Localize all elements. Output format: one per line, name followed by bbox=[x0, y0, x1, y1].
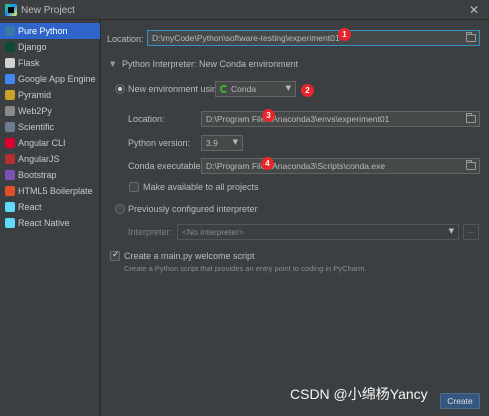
project-type-sidebar: Pure Python Django Flask Google App Engine P… bbox=[0, 20, 100, 416]
folder-icon[interactable] bbox=[466, 113, 476, 123]
sidebar-item-pure-python[interactable]: Pure Python bbox=[0, 23, 100, 39]
chevron-down-icon: ▼ bbox=[448, 227, 454, 235]
sidebar-item-angular-cli[interactable]: Angular CLI bbox=[0, 135, 100, 151]
sidebar-item-angularjs[interactable]: AngularJS bbox=[0, 151, 100, 167]
sidebar-item-pyramid[interactable]: Pyramid bbox=[0, 87, 100, 103]
sidebar-item-django[interactable]: Django bbox=[0, 39, 100, 55]
environment-tool-value: Conda bbox=[231, 84, 257, 94]
pycharm-icon bbox=[5, 4, 17, 16]
sidebar-item-label: Bootstrap bbox=[18, 170, 57, 180]
python-version-select[interactable]: 3.9 ▼ bbox=[201, 135, 243, 151]
location-label: Location: bbox=[107, 34, 144, 44]
sidebar-item-label: Flask bbox=[18, 58, 40, 68]
sidebar-item-label: Scientific bbox=[18, 122, 55, 132]
python-version-label: Python version: bbox=[128, 138, 191, 148]
sidebar-item-label: Web2Py bbox=[18, 106, 52, 116]
web2py-icon bbox=[5, 106, 15, 116]
location-value: D:\myCode\Python\software-testing\experi… bbox=[152, 33, 340, 43]
folder-icon[interactable] bbox=[466, 32, 476, 42]
new-environment-label: New environment using bbox=[128, 84, 223, 94]
close-icon[interactable]: ✕ bbox=[469, 3, 479, 17]
angular-cli-icon bbox=[5, 138, 15, 148]
django-icon bbox=[5, 42, 15, 52]
sidebar-item-label: Angular CLI bbox=[18, 138, 66, 148]
sidebar-item-label: Google App Engine bbox=[18, 74, 96, 84]
annotation-badge-2: 2 bbox=[301, 84, 314, 97]
sidebar-item-label: HTML5 Boilerplate bbox=[18, 186, 93, 196]
watermark: CSDN @小绵杨Yancy bbox=[290, 386, 428, 402]
create-main-label: Create a main.py welcome script bbox=[124, 251, 255, 261]
conda-executable-field[interactable]: D:\Program Files\Anaconda3\Scripts\conda… bbox=[201, 158, 480, 174]
bootstrap-icon bbox=[5, 170, 15, 180]
env-location-field[interactable]: D:\Program Files\Anaconda3\envs\experime… bbox=[201, 111, 480, 127]
create-button[interactable]: Create bbox=[440, 393, 480, 409]
scientific-icon bbox=[5, 122, 15, 132]
previous-interpreter-label: Previously configured interpreter bbox=[128, 204, 258, 214]
flask-icon bbox=[5, 58, 15, 68]
app-engine-icon bbox=[5, 74, 15, 84]
make-available-label: Make available to all projects bbox=[143, 182, 259, 192]
env-location-label: Location: bbox=[128, 114, 165, 124]
sidebar-item-flask[interactable]: Flask bbox=[0, 55, 100, 71]
chevron-down-icon: ▼ bbox=[232, 138, 238, 146]
new-environment-radio[interactable] bbox=[115, 84, 125, 94]
python-icon bbox=[5, 26, 15, 36]
conda-executable-value: D:\Program Files\Anaconda3\Scripts\conda… bbox=[206, 161, 386, 171]
react-native-icon bbox=[5, 218, 15, 228]
sidebar-item-label: React bbox=[18, 202, 42, 212]
chevron-down-icon[interactable]: ▼ bbox=[110, 60, 115, 68]
annotation-badge-3: 3 bbox=[262, 109, 275, 122]
pyramid-icon bbox=[5, 90, 15, 100]
sidebar-item-react[interactable]: React bbox=[0, 199, 100, 215]
sidebar-item-scientific[interactable]: Scientific bbox=[0, 119, 100, 135]
location-field[interactable]: D:\myCode\Python\software-testing\experi… bbox=[147, 30, 480, 46]
interpreter-select[interactable]: <No interpreter> ▼ bbox=[177, 224, 459, 240]
chevron-down-icon: ▼ bbox=[285, 84, 291, 92]
sidebar-item-google-app-engine[interactable]: Google App Engine bbox=[0, 71, 100, 87]
annotation-badge-4: 4 bbox=[261, 157, 274, 170]
python-version-value: 3.9 bbox=[206, 138, 218, 148]
sidebar-item-label: React Native bbox=[18, 218, 70, 228]
title-bar: New Project ✕ bbox=[0, 0, 489, 20]
interpreter-label: Interpreter: bbox=[128, 227, 173, 237]
react-icon bbox=[5, 202, 15, 212]
sidebar-item-html5-boilerplate[interactable]: HTML5 Boilerplate bbox=[0, 183, 100, 199]
project-settings-panel: Location: D:\myCode\Python\software-test… bbox=[101, 20, 489, 416]
sidebar-item-label: Pyramid bbox=[18, 90, 52, 100]
interpreter-section-title[interactable]: Python Interpreter: New Conda environmen… bbox=[122, 59, 298, 69]
sidebar-item-label: Pure Python bbox=[18, 26, 68, 36]
interpreter-value: <No interpreter> bbox=[182, 227, 244, 237]
conda-executable-label: Conda executable: bbox=[128, 161, 204, 171]
create-main-hint: Create a Python script that provides an … bbox=[124, 264, 367, 273]
folder-icon[interactable] bbox=[466, 160, 476, 170]
environment-tool-select[interactable]: Conda ▼ bbox=[215, 81, 296, 97]
previous-interpreter-radio[interactable] bbox=[115, 204, 125, 214]
sidebar-item-label: AngularJS bbox=[18, 154, 60, 164]
window-title: New Project bbox=[21, 5, 75, 16]
conda-icon bbox=[220, 85, 228, 93]
sidebar-item-bootstrap[interactable]: Bootstrap bbox=[0, 167, 100, 183]
sidebar-item-react-native[interactable]: React Native bbox=[0, 215, 100, 231]
make-available-checkbox[interactable] bbox=[129, 182, 139, 192]
env-location-value: D:\Program Files\Anaconda3\envs\experime… bbox=[206, 114, 390, 124]
create-main-checkbox[interactable] bbox=[110, 250, 120, 261]
sidebar-item-web2py[interactable]: Web2Py bbox=[0, 103, 100, 119]
browse-interpreter-button[interactable]: ... bbox=[463, 224, 479, 240]
html5-icon bbox=[5, 186, 15, 196]
angularjs-icon bbox=[5, 154, 15, 164]
sidebar-item-label: Django bbox=[18, 42, 47, 52]
annotation-badge-1: 1 bbox=[338, 28, 351, 41]
